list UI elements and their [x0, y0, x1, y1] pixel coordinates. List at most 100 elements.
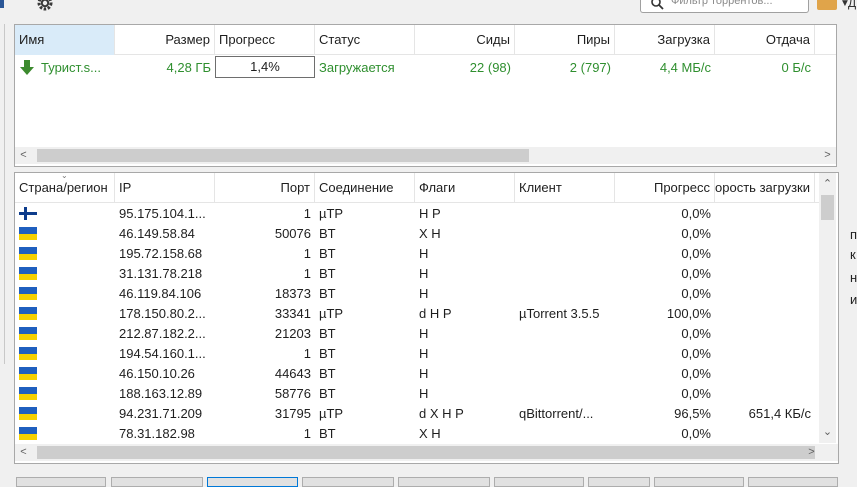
peer-progress: 0,0%: [681, 286, 711, 301]
torrent-filter-input[interactable]: Фильтр торрентов...: [640, 0, 809, 13]
peer-progress: 0,0%: [681, 266, 711, 281]
peer-row[interactable]: 46.149.58.84 50076 BT X H 0,0%: [15, 224, 815, 244]
bottom-tab-button[interactable]: [16, 477, 106, 487]
peer-client: [515, 324, 615, 344]
peer-progress: 0,0%: [681, 326, 711, 341]
torrent-row[interactable]: Турист.s... 4,28 ГБ 1,4% Загружается 22 …: [15, 56, 836, 79]
bottom-tab-button[interactable]: [588, 477, 650, 487]
column-header-seeds[interactable]: Сиды: [415, 25, 515, 55]
peer-row[interactable]: 95.175.104.1... 1 µTP H P 0,0%: [15, 204, 815, 224]
torrent-list-hscrollbar[interactable]: < >: [15, 147, 836, 164]
peers-list-header: Страна/регион IP Порт Соединение Флаги К…: [15, 173, 820, 203]
column-header-status[interactable]: Статус: [315, 25, 415, 55]
peer-ip: 178.150.80.2...: [119, 306, 206, 321]
bottom-tab-button[interactable]: [111, 477, 203, 487]
peer-flags: H: [419, 286, 429, 301]
scroll-up-arrow-icon[interactable]: ⌃: [819, 176, 836, 193]
peer-progress: 0,0%: [681, 246, 711, 261]
peer-row[interactable]: 194.54.160.1... 1 BT H 0,0%: [15, 344, 815, 364]
peer-row[interactable]: 31.131.78.218 1 BT H 0,0%: [15, 264, 815, 284]
peer-port: 58776: [274, 386, 311, 401]
peer-row[interactable]: 178.150.80.2... 33341 µTP d H P µTorrent 3.5…: [15, 304, 815, 324]
flag-ukraine-icon: [19, 427, 37, 440]
peers-list-hscrollbar[interactable]: < >: [15, 444, 838, 461]
bottom-tab-button[interactable]: [398, 477, 490, 487]
scroll-right-arrow-icon[interactable]: >: [819, 147, 836, 164]
bottom-tab-button-active[interactable]: [207, 477, 298, 487]
peer-port: 1: [303, 346, 311, 361]
peer-flags: H: [419, 366, 429, 381]
gear-icon[interactable]: [36, 0, 54, 12]
peer-ip: 31.131.78.218: [119, 266, 203, 281]
scrollbar-thumb[interactable]: [37, 446, 815, 459]
window-edge: [0, 0, 4, 8]
peer-row[interactable]: 212.87.182.2... 21203 BT H 0,0%: [15, 324, 815, 344]
scroll-left-arrow-icon[interactable]: <: [15, 147, 32, 164]
peer-port: 33341: [274, 306, 311, 321]
peer-progress: 0,0%: [681, 226, 711, 241]
peer-flags: H: [419, 386, 429, 401]
peer-connection: BT: [319, 366, 336, 381]
column-header-progress[interactable]: Прогресс: [215, 25, 315, 55]
torrent-list[interactable]: Имя Размер Прогресс Статус Сиды Пиры Заг…: [14, 24, 837, 167]
column-header-download-speed[interactable]: Скорость загрузки: [715, 173, 815, 203]
bottom-tab-button[interactable]: [748, 477, 838, 487]
column-header-connection[interactable]: Соединение: [315, 173, 415, 203]
bottom-tab-button[interactable]: [654, 477, 744, 487]
peer-row[interactable]: 46.150.10.26 44643 BT H 0,0%: [15, 364, 815, 384]
peers-list-vscrollbar[interactable]: ⌃ ⌄: [819, 173, 836, 443]
peer-flags: X H: [419, 426, 441, 441]
peer-row[interactable]: 78.31.182.98 1 BT X H 0,0%: [15, 424, 815, 444]
peers-list[interactable]: Страна/регион IP Порт Соединение Флаги К…: [14, 172, 839, 464]
scroll-right-arrow-icon[interactable]: >: [803, 444, 820, 461]
column-header-progress[interactable]: Прогресс: [615, 173, 715, 203]
scrollbar-thumb[interactable]: [37, 149, 529, 162]
column-header-peers[interactable]: Пиры: [515, 25, 615, 55]
peer-row[interactable]: 188.163.12.89 58776 BT H 0,0%: [15, 384, 815, 404]
peer-download-speed: [715, 344, 815, 364]
peer-client: [515, 244, 615, 264]
column-header-download-speed[interactable]: Загрузка: [615, 25, 715, 55]
column-header-flags[interactable]: Флаги: [415, 173, 515, 203]
peer-ip: 194.54.160.1...: [119, 346, 206, 361]
background-text: и: [850, 292, 857, 307]
column-header-upload-speed[interactable]: Отдача: [715, 25, 815, 55]
scrollbar-thumb[interactable]: [821, 195, 834, 220]
torrent-name: Турист.s...: [41, 60, 102, 75]
peer-download-speed: 651,4 КБ/с: [748, 406, 811, 421]
peer-connection: BT: [319, 226, 336, 241]
peer-flags: H: [419, 246, 429, 261]
peer-flags: X H: [419, 226, 441, 241]
scroll-down-arrow-icon[interactable]: ⌄: [819, 424, 836, 441]
scroll-left-arrow-icon[interactable]: <: [15, 444, 32, 461]
peer-port: 1: [303, 206, 311, 221]
peer-row[interactable]: 195.72.158.68 1 BT H 0,0%: [15, 244, 815, 264]
peer-port: 50076: [274, 226, 311, 241]
peer-connection: µTP: [319, 206, 344, 221]
column-header-size[interactable]: Размер: [115, 25, 215, 55]
folder-icon[interactable]: [817, 0, 837, 10]
column-header-ip[interactable]: IP: [115, 173, 215, 203]
peer-progress: 100,0%: [666, 306, 711, 321]
column-header-client[interactable]: Клиент: [515, 173, 615, 203]
bottom-tab-button[interactable]: [302, 477, 394, 487]
peer-download-speed: [715, 304, 815, 324]
torrent-download-speed: 4,4 МБ/с: [659, 60, 711, 75]
clipped-label: Д: [848, 0, 857, 10]
peer-port: 31795: [274, 406, 311, 421]
bottom-tab-button[interactable]: [494, 477, 584, 487]
flag-ukraine-icon: [19, 347, 37, 360]
peer-row[interactable]: 46.119.84.106 18373 BT H 0,0%: [15, 284, 815, 304]
peer-row[interactable]: 94.231.71.209 31795 µTP d X H P qBittorrent/…: [15, 404, 815, 424]
column-header-port[interactable]: Порт: [215, 173, 315, 203]
peer-ip: 78.31.182.98: [119, 426, 195, 441]
left-splitter[interactable]: [4, 24, 5, 364]
torrent-list-header: Имя Размер Прогресс Статус Сиды Пиры Заг…: [15, 25, 836, 55]
torrent-upload-speed: 0 Б/с: [781, 60, 812, 75]
flag-ukraine-icon: [19, 407, 37, 420]
peer-ip: 212.87.182.2...: [119, 326, 206, 341]
peer-progress: 96,5%: [674, 406, 711, 421]
peer-port: 44643: [274, 366, 311, 381]
peer-connection: BT: [319, 286, 336, 301]
column-header-name[interactable]: Имя: [15, 25, 115, 55]
